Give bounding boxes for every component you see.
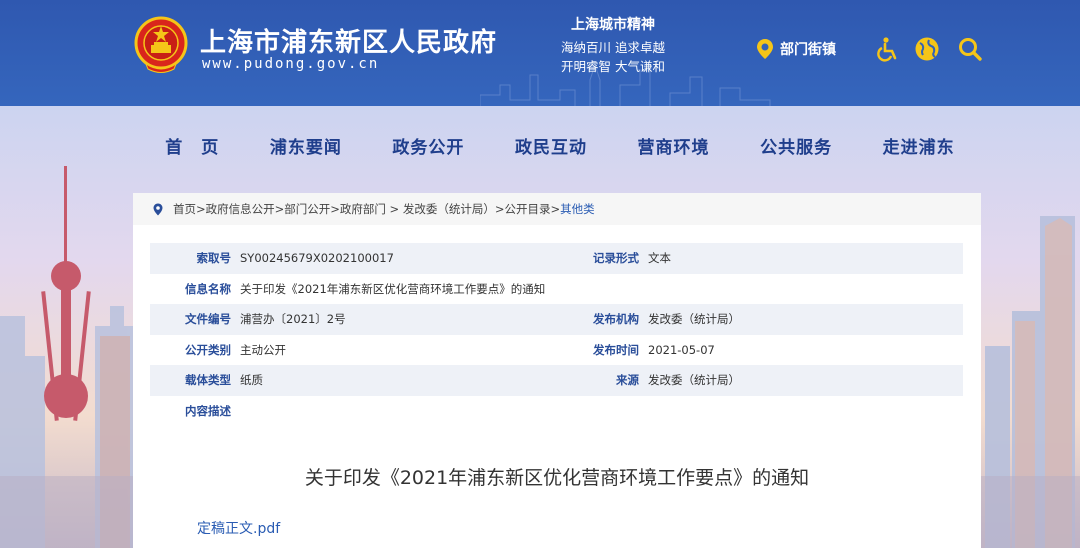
info-label: 记录形式	[593, 251, 639, 266]
info-label: 索取号	[196, 251, 232, 266]
info-label: 发布时间	[593, 342, 639, 357]
info-value: 发改委（统计局）	[648, 373, 740, 388]
city-spirit-title: 上海城市精神	[571, 17, 655, 33]
breadcrumb-current[interactable]: 其他类	[560, 201, 595, 217]
location-pin-icon	[757, 39, 773, 59]
city-spirit: 上海城市精神 海纳百川 追求卓越 开明睿智 大气谦和	[548, 14, 678, 76]
attachment-link[interactable]: 定稿正文.pdf	[197, 518, 280, 538]
site-header: 上海市浦东新区人民政府 www.pudong.gov.cn 上海城市精神 海纳百…	[0, 0, 1080, 106]
info-value: 发改委（统计局）	[648, 312, 740, 327]
info-value: 文本	[648, 251, 671, 266]
info-label: 载体类型	[185, 373, 231, 388]
info-row: 索取号 SY00245679X0202100017 记录形式 文本	[150, 243, 963, 274]
nav-item-about[interactable]: 走进浦东	[883, 128, 955, 168]
globe-icon[interactable]	[914, 36, 940, 62]
city-spirit-line: 海纳百川 追求卓越	[561, 40, 665, 55]
info-row: 内容描述	[150, 395, 963, 426]
info-value: 浦营办〔2021〕2号	[240, 312, 346, 327]
info-label: 来源	[616, 373, 639, 388]
main-nav: 首 页 浦东要闻 政务公开 政民互动 营商环境 公共服务 走进浦东	[140, 128, 980, 168]
document-title: 关于印发《2021年浦东新区优化营商环境工作要点》的通知	[304, 467, 810, 489]
info-label: 信息名称	[185, 281, 231, 296]
nav-item-public-service[interactable]: 公共服务	[760, 128, 832, 168]
info-row: 文件编号 浦营办〔2021〕2号 发布机构 发改委（统计局）	[150, 304, 963, 335]
location-pin-icon	[153, 203, 163, 215]
pearl-tower	[41, 166, 91, 421]
dept-street-link[interactable]: 部门街镇	[756, 38, 836, 60]
breadcrumb-path[interactable]: 首页>政府信息公开>部门公开>政府部门 > 发改委（统计局）>公开目录>	[173, 201, 560, 217]
nav-item-business[interactable]: 营商环境	[638, 128, 710, 168]
info-value: 纸质	[240, 373, 263, 388]
city-spirit-line: 开明睿智 大气谦和	[561, 59, 665, 74]
nav-item-news[interactable]: 浦东要闻	[270, 128, 342, 168]
info-label: 文件编号	[185, 312, 231, 327]
info-row: 信息名称 关于印发《2021年浦东新区优化营商环境工作要点》的通知	[150, 273, 963, 304]
breadcrumb: 首页>政府信息公开>部门公开>政府部门 > 发改委（统计局）>公开目录> 其他类	[133, 193, 981, 225]
info-table: 索取号 SY00245679X0202100017 记录形式 文本 信息名称 关…	[150, 243, 963, 426]
info-row: 公开类别 主动公开 发布时间 2021-05-07	[150, 334, 963, 365]
info-value: 2021-05-07	[648, 342, 715, 357]
info-label: 公开类别	[185, 342, 231, 357]
dept-street-label: 部门街镇	[780, 42, 836, 58]
site-title[interactable]: 上海市浦东新区人民政府	[200, 22, 497, 59]
nav-item-interaction[interactable]: 政民互动	[515, 128, 587, 168]
content-panel: 首页>政府信息公开>部门公开>政府部门 > 发改委（统计局）>公开目录> 其他类…	[133, 193, 981, 548]
info-value: 关于印发《2021年浦东新区优化营商环境工作要点》的通知	[240, 281, 546, 296]
search-icon[interactable]	[957, 36, 983, 62]
info-row: 载体类型 纸质 来源 发改委（统计局）	[150, 365, 963, 396]
national-emblem[interactable]	[134, 16, 188, 74]
info-value: 主动公开	[240, 342, 286, 357]
nav-item-home[interactable]: 首 页	[165, 128, 219, 168]
accessibility-icon[interactable]	[874, 36, 900, 62]
info-label: 发布机构	[593, 312, 639, 327]
site-url: www.pudong.gov.cn	[202, 56, 380, 72]
info-label: 内容描述	[185, 403, 231, 418]
nav-item-gov-affairs[interactable]: 政务公开	[392, 128, 464, 168]
info-value: SY00245679X0202100017	[240, 251, 394, 266]
